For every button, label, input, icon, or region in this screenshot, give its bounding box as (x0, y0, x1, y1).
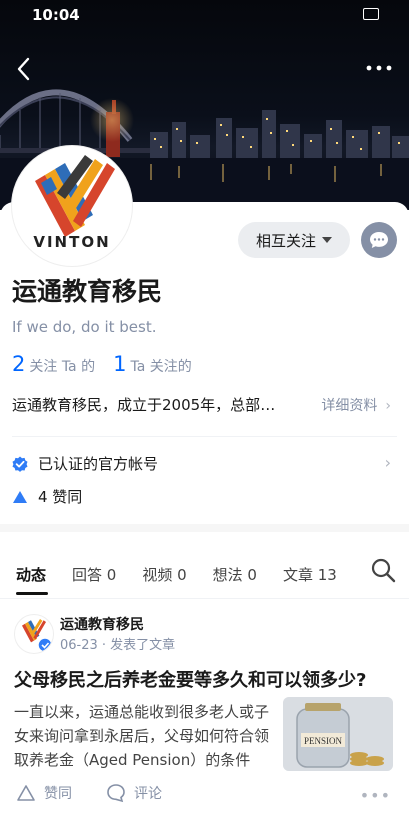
upvote-triangle-icon (13, 490, 27, 503)
comment-label: 评论 (134, 786, 162, 802)
detail-info-label: 详细资料 (321, 398, 378, 414)
follow-stats: 2 关注 Ta 的 1 Ta 关注的 (12, 352, 210, 376)
message-button[interactable] (361, 222, 397, 258)
profile-motto: If we do, do it best. (12, 318, 157, 336)
more-dots-icon (366, 65, 392, 71)
profile-tabs: 动态 回答 0 视频 0 想法 0 文章 13 (0, 556, 409, 592)
feed-author-name[interactable]: 运通教育移民 (60, 614, 144, 634)
tab-answers[interactable]: 回答 0 (59, 564, 129, 585)
tab-videos[interactable]: 视频 0 (129, 564, 199, 585)
upvotes-label: 4 赞同 (38, 488, 83, 506)
verified-badge-icon (12, 456, 28, 472)
avatar[interactable]: VINTON (12, 146, 132, 266)
upvotes-row: 4 赞同 (12, 486, 82, 507)
pension-jar-image: PENSION (283, 697, 393, 771)
following-count: 1 (113, 352, 127, 376)
followers-count: 2 (12, 352, 26, 376)
following-label: Ta 关注的 (130, 359, 192, 375)
followers-stat[interactable]: 2 关注 Ta 的 (12, 352, 95, 376)
tab-activity[interactable]: 动态 (0, 564, 59, 585)
chat-bubble-icon (370, 232, 388, 248)
status-time: 10:04 (32, 6, 80, 24)
caret-down-icon (322, 237, 332, 243)
section-separator (0, 524, 409, 532)
detail-info-link[interactable]: 详细资料 › (321, 395, 391, 415)
tab-articles[interactable]: 文章 13 (270, 564, 350, 585)
divider (12, 436, 397, 437)
upvote-label: 赞同 (44, 786, 72, 802)
chevron-right-icon: › (385, 398, 391, 414)
feed-meta: 06-23 · 发表了文章 (60, 638, 176, 653)
tabs-divider (0, 598, 409, 599)
article-excerpt[interactable]: 一直以来，运通总能收到很多老人或子女来询问拿到永居后，父母如何符合领取养老金（A… (14, 700, 272, 772)
comment-icon (107, 784, 125, 803)
more-options-button[interactable] (365, 60, 393, 76)
verified-row[interactable]: 已认证的官方帐号 (12, 453, 158, 474)
avatar-brand-text: VINTON (33, 233, 111, 251)
feed-more-icon[interactable]: ••• (360, 786, 391, 805)
feed-author-avatar[interactable] (14, 614, 54, 654)
chevron-left-icon (17, 57, 30, 81)
back-button[interactable] (14, 56, 34, 82)
followers-label: 关注 Ta 的 (29, 359, 96, 375)
verified-chevron-icon: › (384, 453, 391, 472)
upvote-button[interactable]: 赞同 (16, 783, 72, 803)
tab-thoughts[interactable]: 想法 0 (200, 564, 270, 585)
article-title[interactable]: 父母移民之后养老金要等多久和可以领多少? (14, 666, 399, 692)
search-button[interactable] (369, 556, 397, 584)
search-icon (371, 558, 396, 583)
verified-label: 已认证的官方帐号 (38, 455, 159, 473)
vinton-logo-small-icon (22, 619, 53, 653)
profile-name: 运通教育移民 (12, 277, 163, 306)
mutual-follow-button[interactable]: 相互关注 (238, 222, 350, 258)
comment-button[interactable]: 评论 (106, 783, 162, 803)
thumb-text: PENSION (304, 736, 343, 746)
mutual-follow-label: 相互关注 (255, 231, 316, 250)
active-tab-indicator (16, 592, 48, 595)
profile-intro: 运通教育移民，成立于2005年，总部位于深圳，经过多年发展已成为行业知名机构 (12, 396, 290, 414)
battery-icon (363, 8, 379, 20)
article-thumbnail[interactable]: PENSION (283, 697, 393, 771)
upvote-outline-icon (17, 785, 35, 801)
following-stat[interactable]: 1 Ta 关注的 (113, 352, 192, 376)
